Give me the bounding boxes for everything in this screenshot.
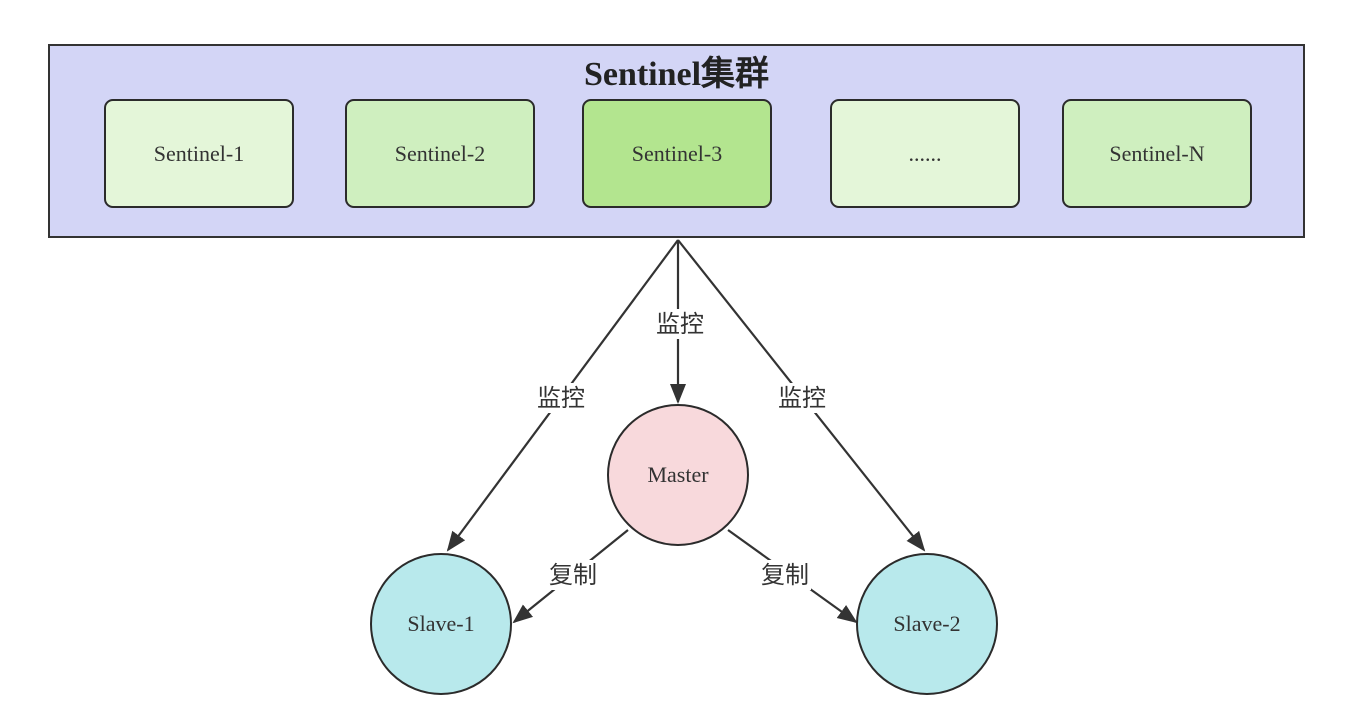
sentinel-node: Sentinel-3: [582, 99, 772, 208]
sentinel-node: Sentinel-2: [345, 99, 535, 208]
monitor-label-slave2: 监控: [776, 383, 828, 413]
replicate-label-slave2: 复制: [759, 560, 811, 590]
cluster-title: Sentinel集群: [583, 56, 770, 93]
sentinel-node: ......: [830, 99, 1020, 208]
slave-1-node: Slave-1: [370, 553, 512, 695]
sentinel-node: Sentinel-N: [1062, 99, 1252, 208]
monitor-label-master: 监控: [654, 309, 706, 339]
slave-2-node: Slave-2: [856, 553, 998, 695]
sentinel-node: Sentinel-1: [104, 99, 294, 208]
replicate-label-slave1: 复制: [547, 560, 599, 590]
master-node: Master: [607, 404, 749, 546]
monitor-label-slave1: 监控: [535, 383, 587, 413]
